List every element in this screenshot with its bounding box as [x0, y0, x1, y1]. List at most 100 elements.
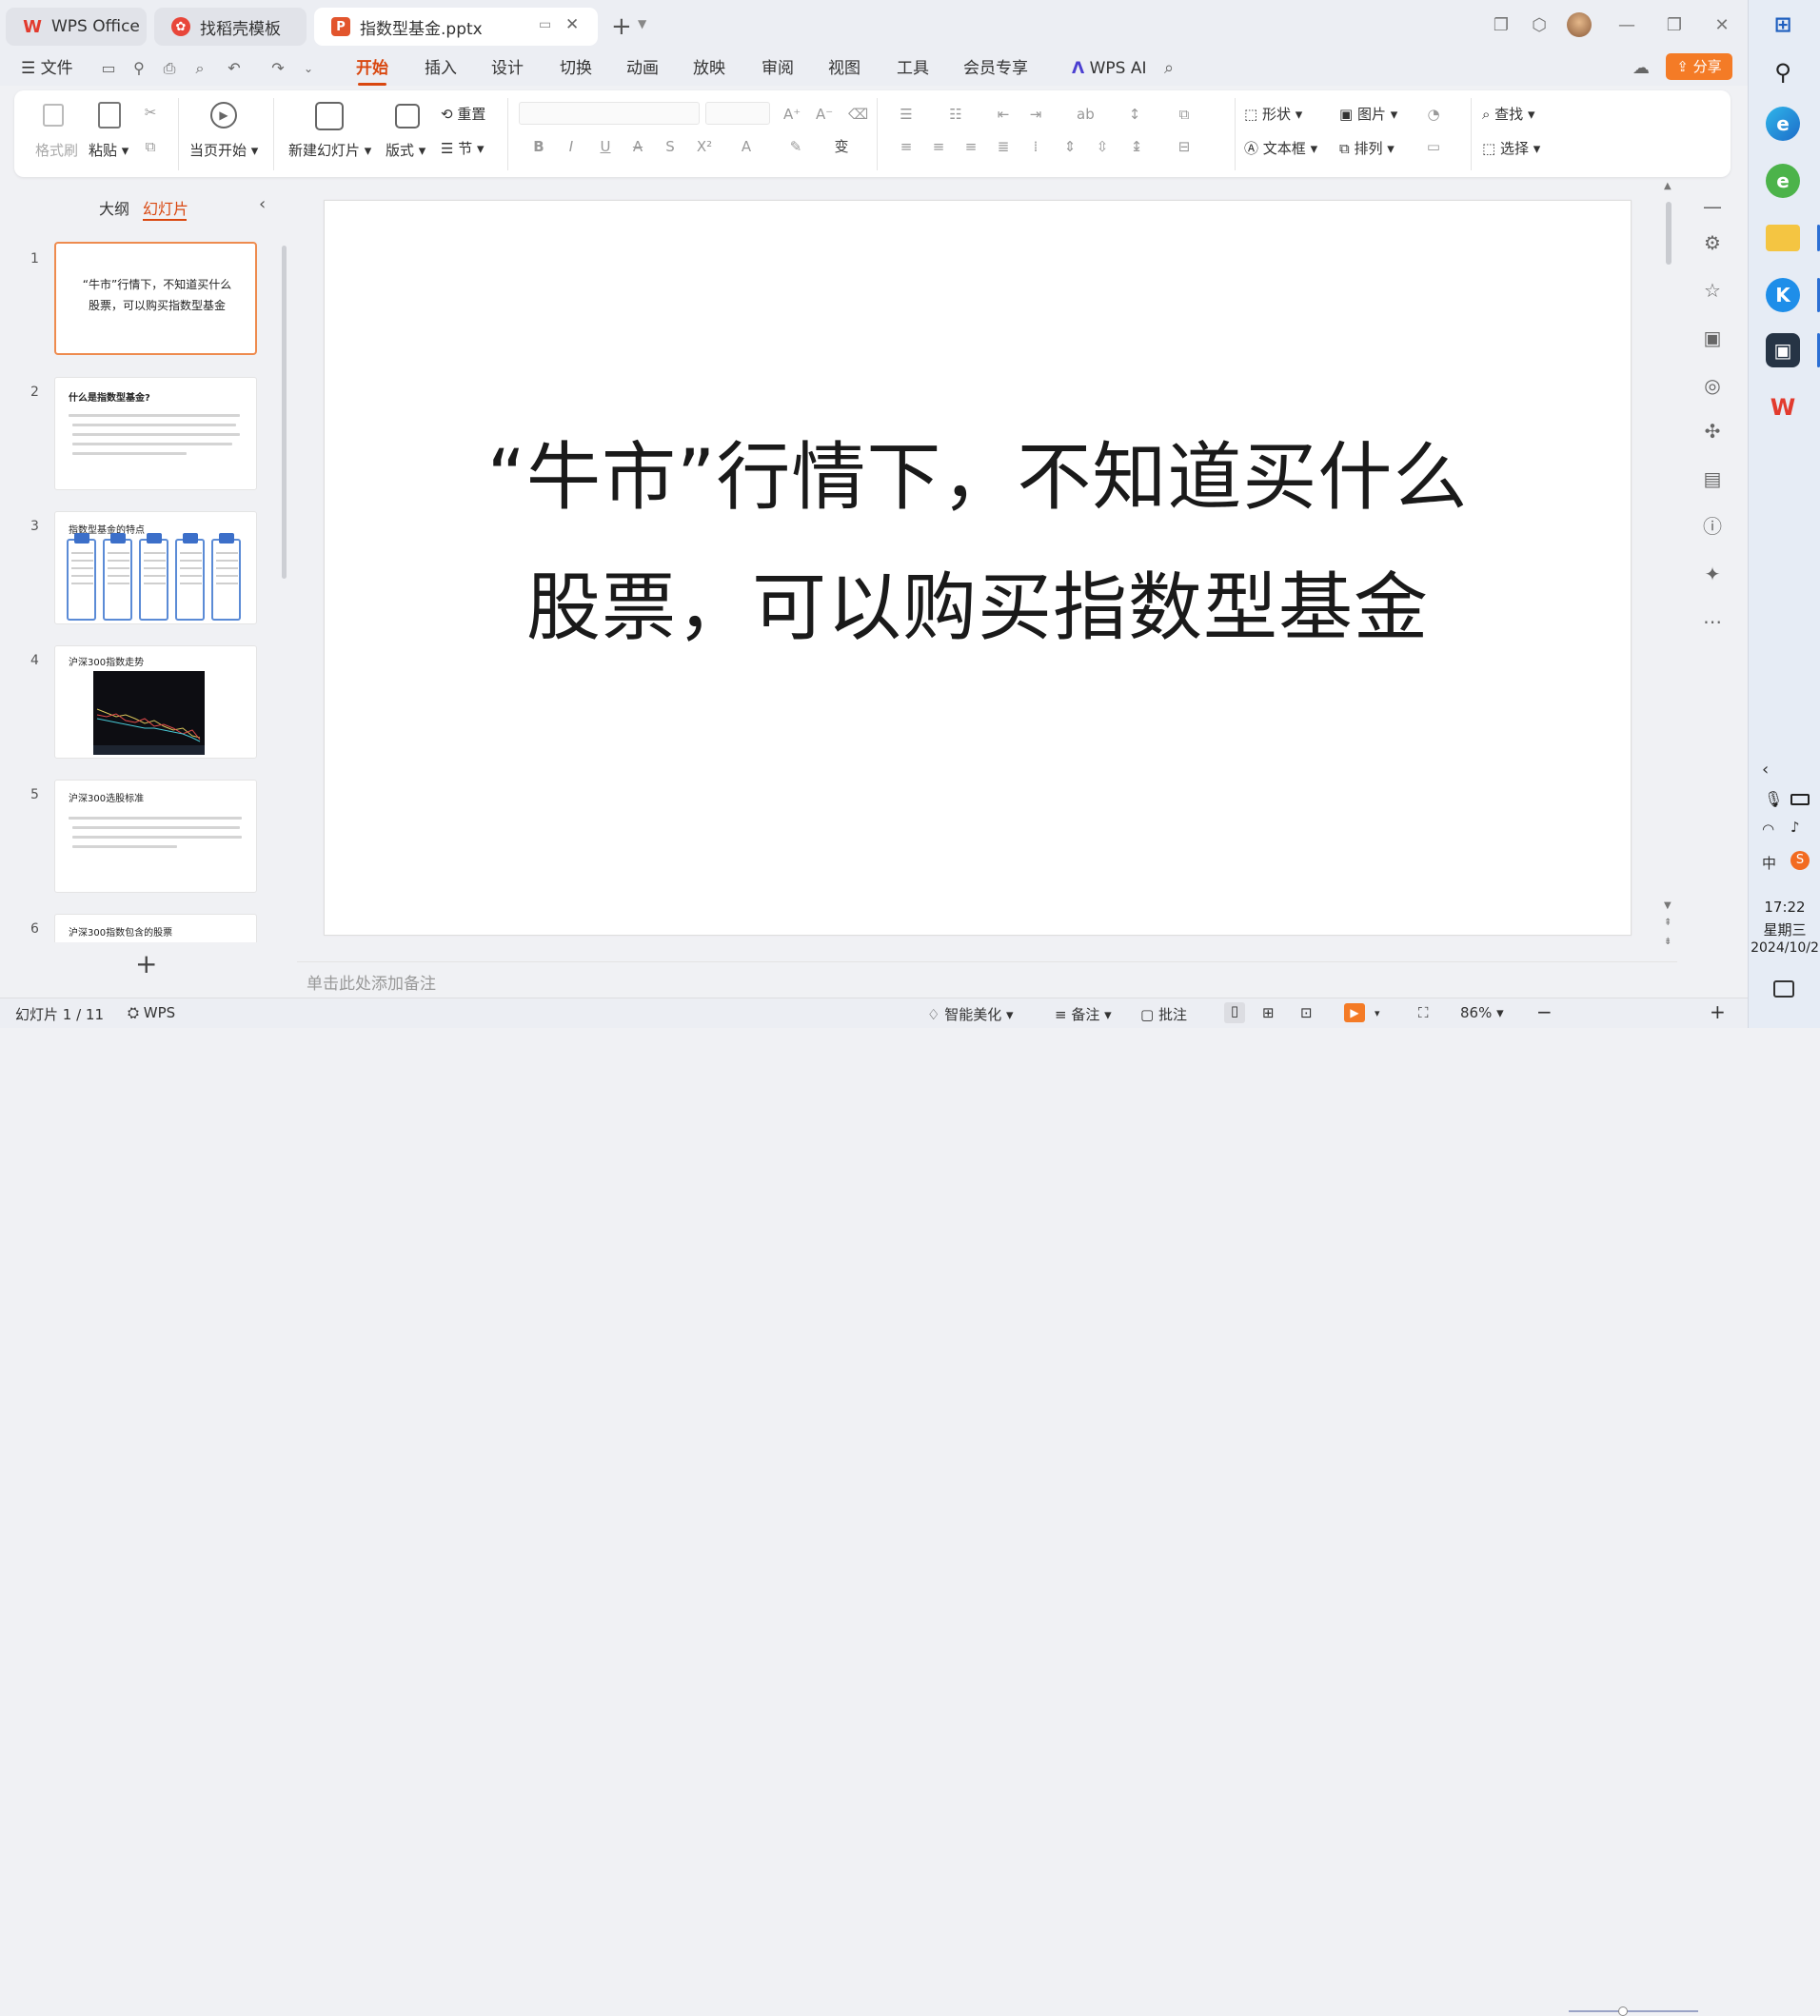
slide-thumbnail-2[interactable]: 什么是指数型基金?	[54, 377, 257, 490]
windows-start-icon[interactable]: ⊞	[1766, 8, 1800, 42]
find-button[interactable]: ⌕ 查找 ▾	[1482, 104, 1535, 124]
quick-access-chevron-icon[interactable]: ⌄	[299, 59, 318, 78]
cloud-upload-icon[interactable]: ☁	[1632, 59, 1651, 78]
new-slide-button[interactable]: 新建幻灯片 ▾	[288, 140, 371, 160]
convert-smartart-icon[interactable]: ⧉	[1176, 106, 1193, 123]
align-right-icon[interactable]: ≡	[962, 138, 979, 155]
close-tab-icon[interactable]: ✕	[565, 15, 579, 34]
slide-sorter-icon[interactable]: ⊞	[1262, 1004, 1275, 1021]
edge-browser-icon[interactable]: e	[1766, 107, 1800, 141]
help-icon[interactable]: ⓘ	[1689, 514, 1736, 539]
increase-indent-icon[interactable]: ⇥	[1027, 106, 1044, 123]
phonetic-guide-icon[interactable]: 变	[833, 138, 850, 155]
canvas-scroll-down-icon[interactable]: ▼	[1664, 900, 1672, 911]
outline-icon[interactable]: ▭	[1425, 138, 1442, 155]
user-avatar[interactable]	[1567, 12, 1592, 37]
share-button[interactable]: ⇪ 分享	[1666, 53, 1732, 80]
tab-wps-office[interactable]: W WPS Office	[6, 8, 147, 46]
comments-panel-icon[interactable]: ▣	[1689, 326, 1736, 350]
slide-thumbnail-3[interactable]: 指数型基金的特点	[54, 511, 257, 624]
paste-button[interactable]: 粘贴 ▾	[89, 140, 129, 160]
italic-icon[interactable]: I	[563, 138, 580, 155]
strikethrough-icon[interactable]: A	[629, 138, 646, 155]
kugou-music-icon[interactable]: K	[1766, 278, 1800, 312]
cube-icon[interactable]: ⬡	[1529, 15, 1550, 36]
search-icon[interactable]: ⚲	[1766, 55, 1800, 89]
tools-icon[interactable]: ✣	[1689, 419, 1736, 444]
reading-icon[interactable]: ▤	[1689, 466, 1736, 491]
zoom-level[interactable]: 86% ▾	[1460, 1004, 1504, 1021]
add-slide-icon[interactable]: +	[135, 948, 157, 979]
wifi-icon[interactable]: ◠	[1762, 820, 1774, 838]
align-center-icon[interactable]: ≡	[930, 138, 947, 155]
close-window-icon[interactable]: ✕	[1711, 15, 1732, 36]
play-from-current-button[interactable]: 当页开始 ▾	[189, 140, 258, 160]
file-explorer-icon[interactable]	[1766, 225, 1800, 251]
menu-home[interactable]: 开始	[356, 55, 388, 86]
play-slideshow-button[interactable]: ▶	[1344, 1003, 1365, 1022]
distribute-icon[interactable]: ⁞	[1027, 138, 1044, 155]
text-direction-icon[interactable]: ab	[1077, 106, 1095, 123]
tab-template-store[interactable]: ✿ 找稻壳模板	[154, 8, 307, 46]
menu-view[interactable]: 视图	[828, 55, 861, 82]
line-spacing-icon[interactable]: ↕	[1126, 106, 1143, 123]
maximize-icon[interactable]: ❐	[1664, 15, 1685, 36]
font-family-select[interactable]	[519, 102, 700, 125]
print-preview-icon[interactable]: ⌕	[190, 59, 209, 78]
fit-window-icon[interactable]: ⛶	[1418, 1004, 1429, 1021]
wps-office-taskbar-icon[interactable]: W	[1766, 390, 1800, 425]
underline-icon[interactable]: U	[597, 138, 614, 155]
line-height-icon[interactable]: ↨	[1128, 138, 1145, 155]
menu-transitions[interactable]: 切换	[560, 55, 592, 82]
shadow-text-icon[interactable]: S	[662, 138, 679, 155]
canvas-scrollbar-thumb[interactable]	[1666, 202, 1672, 265]
superscript-icon[interactable]: X²	[696, 138, 713, 155]
window-layout-icon[interactable]: ❐	[1491, 15, 1512, 36]
font-color-icon[interactable]: A	[738, 138, 755, 155]
cut-icon[interactable]: ✂	[142, 104, 159, 121]
slide-thumbnail-4[interactable]: 沪深300指数走势	[54, 645, 257, 759]
slide-title-line-1[interactable]: “牛市”行情下，不知道买什么	[325, 418, 1631, 524]
decrease-indent-icon[interactable]: ⇤	[995, 106, 1012, 123]
tab-slides[interactable]: 幻灯片	[143, 196, 188, 219]
menu-insert[interactable]: 插入	[425, 55, 457, 82]
justify-icon[interactable]: ≣	[995, 138, 1012, 155]
microphone-icon[interactable]: 🎙	[1764, 790, 1783, 808]
redo-icon[interactable]: ↷	[268, 59, 287, 78]
menu-animations[interactable]: 动画	[626, 55, 659, 82]
menu-tools[interactable]: 工具	[897, 55, 929, 82]
select-button[interactable]: ⬚ 选择 ▾	[1482, 138, 1540, 158]
textbox-button[interactable]: Ⓐ 文本框 ▾	[1244, 138, 1317, 158]
collapse-sidebar-icon[interactable]: —	[1689, 194, 1736, 219]
print-icon[interactable]: ⎙	[160, 59, 179, 78]
slide-thumbnail-5[interactable]: 沪深300选股标准	[54, 780, 257, 893]
screen-recorder-icon[interactable]: ▣	[1766, 333, 1800, 367]
notification-center-icon[interactable]	[1773, 980, 1794, 998]
sogou-ime-icon[interactable]: S	[1790, 851, 1810, 870]
reset-button[interactable]: ⟲ 重置	[441, 104, 485, 124]
canvas-scroll-up-icon[interactable]: ▲	[1664, 181, 1672, 191]
highlight-icon[interactable]: ✎	[787, 138, 804, 155]
new-tab-icon[interactable]: +	[611, 12, 632, 41]
animation-panel-icon[interactable]: ◎	[1689, 373, 1736, 398]
tab-outline[interactable]: 大纲	[99, 196, 129, 219]
notes-toggle-button[interactable]: ≡ 备注 ▾	[1055, 1004, 1112, 1024]
slides-panel-scrollbar[interactable]	[282, 246, 287, 579]
zoom-slider-knob[interactable]	[1618, 2006, 1628, 2016]
decrease-font-icon[interactable]: A⁻	[816, 106, 833, 123]
align-left-icon[interactable]: ≡	[898, 138, 915, 155]
arrange-button[interactable]: ⧉ 排列 ▾	[1339, 138, 1395, 158]
volume-icon[interactable]: ♪	[1790, 819, 1800, 836]
theme-indicator[interactable]: ⛭ WPS	[128, 1004, 175, 1021]
menu-member[interactable]: 会员专享	[963, 55, 1028, 82]
font-size-select[interactable]	[705, 102, 770, 125]
tab-list-chevron-icon[interactable]: ▼	[638, 17, 646, 30]
slide-thumbnail-6[interactable]: 沪深300指数包含的股票	[54, 914, 257, 942]
format-painter-button[interactable]: 格式刷	[35, 140, 78, 160]
shape-button[interactable]: ⬚ 形状 ▾	[1244, 104, 1302, 124]
reading-view-icon[interactable]: ⊡	[1300, 1004, 1313, 1021]
menu-file[interactable]: ☰ 文件	[21, 55, 73, 82]
beautify-button[interactable]: ♢ 智能美化 ▾	[927, 1004, 1014, 1024]
next-slide-icon[interactable]: ⇟	[1664, 937, 1672, 947]
column-spacing-icon[interactable]: ⇕	[1061, 138, 1078, 155]
